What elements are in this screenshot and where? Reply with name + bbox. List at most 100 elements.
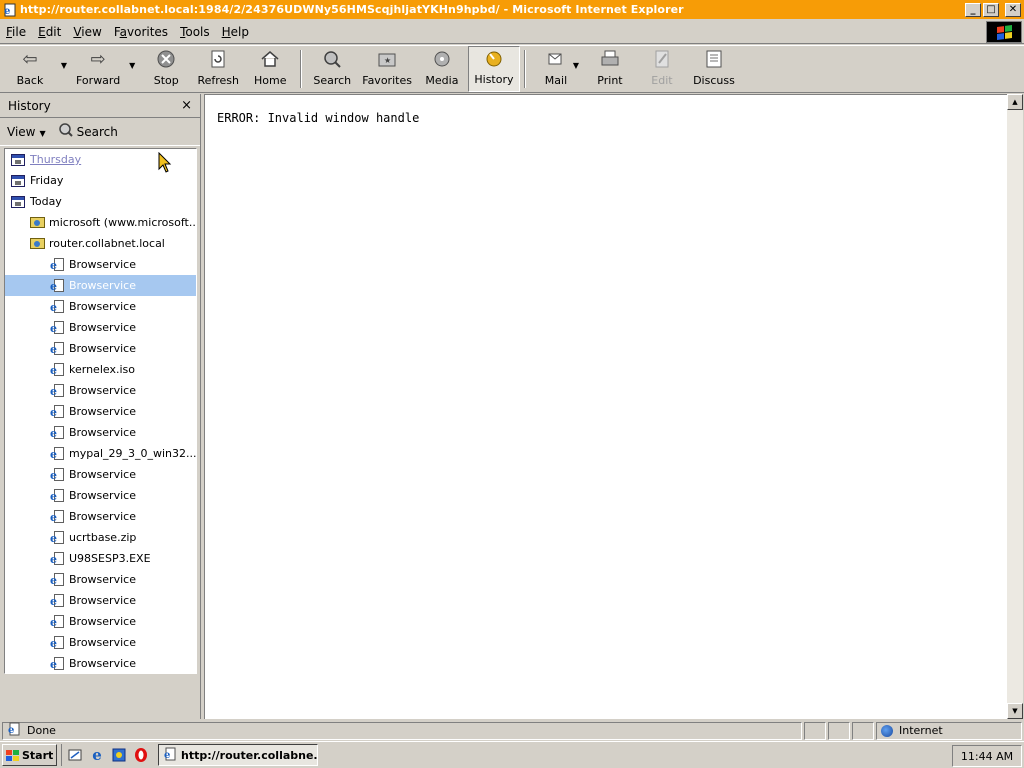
toolbar-separator	[523, 50, 526, 88]
close-history-panel-button[interactable]: ×	[181, 99, 192, 112]
channels-icon[interactable]	[110, 746, 128, 764]
history-item-label: Browservice	[69, 426, 136, 439]
close-button[interactable]: ✕	[1005, 2, 1021, 17]
history-search-button[interactable]: Search	[58, 123, 118, 140]
history-site-item[interactable]: microsoft (www.microsoft....	[5, 212, 196, 233]
maximize-button[interactable]: □	[983, 2, 999, 17]
forward-dropdown-icon[interactable]: ▼	[124, 38, 140, 92]
print-button[interactable]: Print	[584, 46, 636, 92]
calendar-icon	[10, 174, 26, 188]
scroll-up-button[interactable]: ▲	[1007, 94, 1023, 110]
history-page-item[interactable]: e Browservice	[5, 506, 196, 527]
window-titlebar[interactable]: e http://router.collabnet.local:1984/2/2…	[0, 0, 1024, 19]
svg-text:e: e	[8, 725, 14, 736]
history-item-label: kernelex.iso	[69, 363, 135, 376]
page-icon: e	[49, 257, 65, 272]
edit-button[interactable]: Edit	[636, 46, 688, 92]
history-sundial-icon	[483, 49, 505, 69]
home-button[interactable]: Home	[244, 46, 296, 92]
page-icon: e	[49, 614, 65, 629]
menu-tools[interactable]: Tools	[174, 25, 216, 39]
history-page-item[interactable]: e Browservice	[5, 380, 196, 401]
favorites-button[interactable]: ★ Favorites	[358, 46, 416, 92]
back-dropdown-icon[interactable]: ▼	[56, 38, 72, 92]
back-arrow-icon: ⇦	[22, 48, 38, 70]
menu-edit[interactable]: Edit	[32, 25, 67, 39]
history-button[interactable]: History	[467, 46, 520, 92]
history-page-item[interactable]: e Browservice	[5, 464, 196, 485]
history-page-item[interactable]: e Browservice	[5, 401, 196, 422]
history-page-item[interactable]: e Browservice	[5, 296, 196, 317]
page-icon: e	[49, 530, 65, 545]
history-item-label: Browservice	[69, 279, 136, 292]
mail-dropdown-icon[interactable]: ▼	[568, 38, 584, 92]
status-pane	[852, 721, 874, 740]
history-panel-toolbar: View ▼ Search	[0, 118, 200, 146]
history-page-item[interactable]: e Browservice	[5, 275, 196, 296]
history-page-item[interactable]: e ucrtbase.zip	[5, 527, 196, 548]
scroll-down-button[interactable]: ▼	[1007, 703, 1023, 719]
status-pane	[804, 721, 826, 740]
internet-explorer-icon[interactable]: e	[88, 746, 106, 764]
stop-button[interactable]: Stop	[140, 46, 192, 92]
history-page-item[interactable]: e Browservice	[5, 254, 196, 275]
history-page-item[interactable]: e Browservice	[5, 485, 196, 506]
forward-button[interactable]: ⇨ Forward	[72, 46, 124, 92]
search-globe-icon	[321, 48, 343, 70]
page-icon: e	[49, 467, 65, 482]
history-item-label: Browservice	[69, 594, 136, 607]
history-item-label: Browservice	[69, 636, 136, 649]
opera-icon[interactable]	[132, 746, 150, 764]
history-panel: History × View ▼ Search Thursday Friday Tod…	[0, 94, 201, 719]
search-icon	[58, 123, 74, 140]
internet-globe-icon	[881, 724, 893, 737]
start-button[interactable]: Start	[2, 744, 57, 766]
page-icon: e	[49, 404, 65, 419]
toolbar-separator	[300, 50, 303, 88]
history-site-item[interactable]: router.collabnet.local	[5, 233, 196, 254]
zone-text: Internet	[899, 724, 943, 737]
content-scrollbar[interactable]: ▲ ▼	[1007, 94, 1023, 719]
history-page-item[interactable]: e U98SESP3.EXE	[5, 548, 196, 569]
history-item-label: U98SESP3.EXE	[69, 552, 151, 565]
history-page-item[interactable]: e Browservice	[5, 569, 196, 590]
history-item-label: ucrtbase.zip	[69, 531, 137, 544]
history-page-item[interactable]: e Browservice	[5, 317, 196, 338]
show-desktop-icon[interactable]	[66, 746, 84, 764]
history-page-item[interactable]: e Browservice	[5, 632, 196, 653]
history-item-label: Browservice	[69, 300, 136, 313]
history-page-item[interactable]: e Browservice	[5, 422, 196, 443]
refresh-button[interactable]: Refresh	[192, 46, 244, 92]
back-button[interactable]: ⇦ Back	[4, 46, 56, 92]
minimize-button[interactable]: _	[965, 2, 981, 17]
menu-favorites[interactable]: Favorites	[108, 25, 174, 39]
view-menu-button[interactable]: View ▼	[7, 125, 46, 139]
page-content[interactable]: ERROR: Invalid window handle	[204, 94, 1007, 719]
media-button[interactable]: Media	[416, 46, 468, 92]
menu-file[interactable]: File	[0, 25, 32, 39]
status-bar: e Done Internet	[0, 720, 1024, 741]
history-page-item[interactable]: e Browservice	[5, 611, 196, 632]
search-button[interactable]: Search	[306, 46, 358, 92]
page-icon: e	[49, 635, 65, 650]
history-item-label: Browservice	[69, 342, 136, 355]
history-page-item[interactable]: e kernelex.iso	[5, 359, 196, 380]
page-icon: e	[49, 341, 65, 356]
menu-help[interactable]: Help	[216, 25, 255, 39]
svg-text:e: e	[164, 750, 170, 761]
discuss-button[interactable]: Discuss	[688, 46, 740, 92]
history-item-label: Friday	[30, 174, 64, 187]
window-title: http://router.collabnet.local:1984/2/243…	[20, 3, 684, 16]
history-page-item[interactable]: e mypal_29_3_0_win32...	[5, 443, 196, 464]
history-page-item[interactable]: e Browservice	[5, 590, 196, 611]
history-item-label: Browservice	[69, 615, 136, 628]
calendar-icon	[10, 195, 26, 209]
history-item-label: Browservice	[69, 510, 136, 523]
menu-view[interactable]: View	[67, 25, 107, 39]
history-day-item[interactable]: Today	[5, 191, 196, 212]
history-page-item[interactable]: e Browservice	[5, 338, 196, 359]
page-icon: e	[49, 572, 65, 587]
page-icon: e	[49, 593, 65, 608]
taskbar-button-internet-explorer[interactable]: e http://router.collabne...	[158, 744, 318, 766]
history-page-item[interactable]: e Browservice	[5, 653, 196, 673]
